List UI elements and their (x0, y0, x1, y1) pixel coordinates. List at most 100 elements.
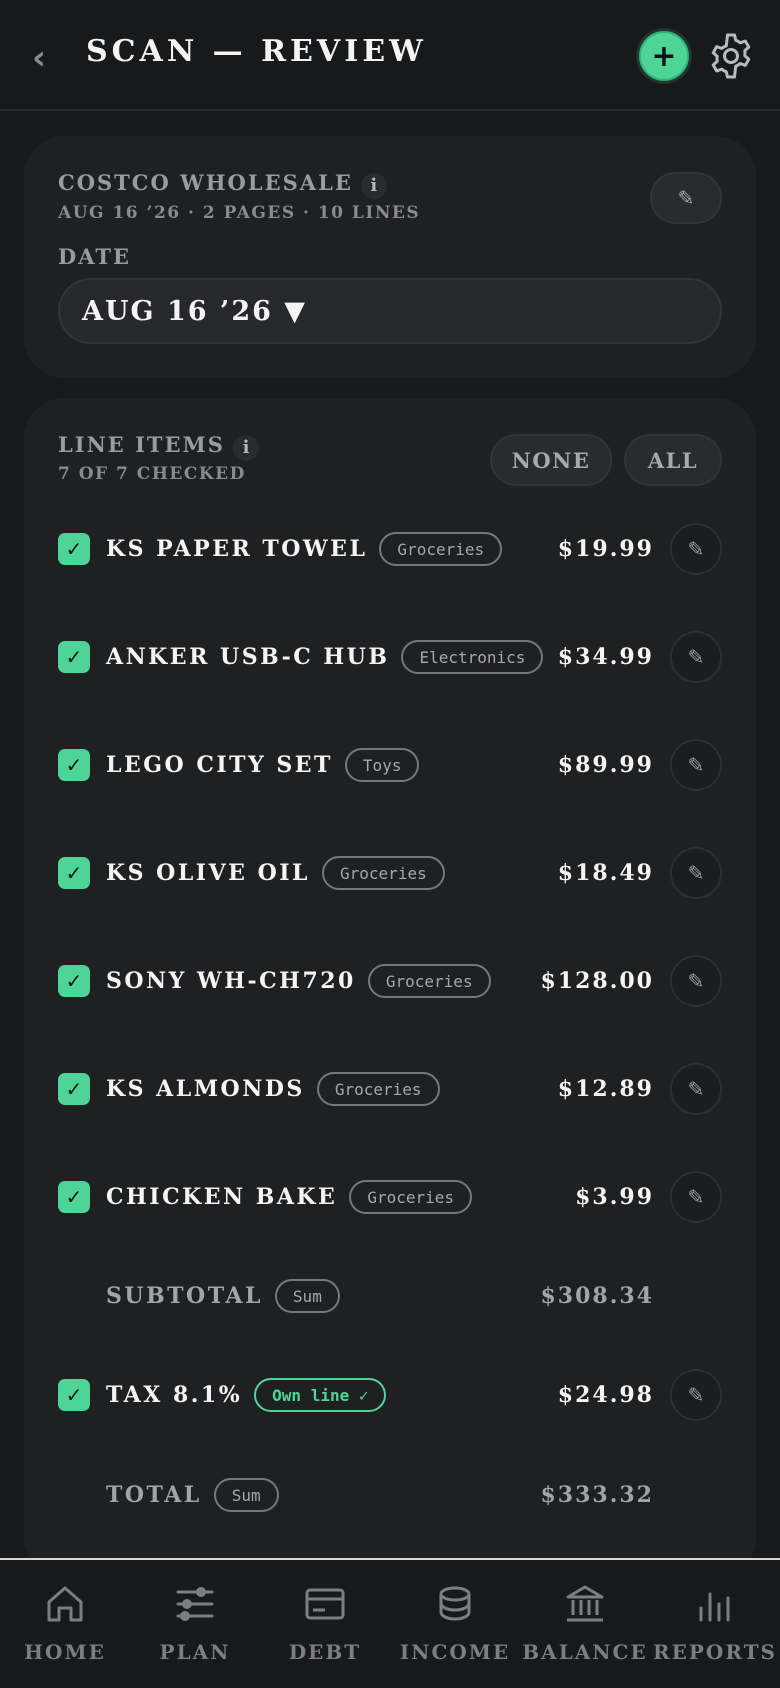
info-icon[interactable]: i (232, 434, 259, 461)
checked-count: 7 OF 7 CHECKED (58, 464, 246, 484)
line-item-row: ✓ SONY WH-CH720 Groceries $128.00 ✎ (24, 954, 756, 1008)
select-none-button[interactable]: NONE (490, 434, 612, 486)
item-checkbox[interactable]: ✓ (58, 749, 90, 781)
total-row: TOTAL Sum $333.32 (24, 1468, 756, 1522)
item-price: $128.00 (540, 968, 654, 994)
coins-icon (439, 1586, 471, 1621)
nav-label: BALANCE (522, 1640, 648, 1664)
select-all-button[interactable]: ALL (624, 434, 722, 486)
item-name: ANKER USB-C HUB (106, 644, 390, 670)
item-name: SONY WH-CH720 (106, 968, 356, 994)
edit-item-button[interactable]: ✎ (670, 847, 722, 899)
page-title: SCAN — REVIEW (86, 34, 427, 69)
nav-reports[interactable]: REPORTS (650, 1580, 780, 1676)
item-price: $19.99 (557, 536, 654, 562)
edit-store-button[interactable]: ✎ (650, 172, 722, 224)
date-label: DATE (58, 244, 131, 269)
pencil-icon: ✎ (677, 186, 695, 210)
bottom-nav: HOME PLAN DEBT INCOME BALANCE REPORTS (0, 1558, 780, 1688)
item-name: KS OLIVE OIL (106, 860, 311, 886)
item-checkbox[interactable]: ✓ (58, 641, 90, 673)
subtotal-row: SUBTOTAL Sum $308.34 (24, 1269, 756, 1323)
edit-item-button[interactable]: ✎ (670, 523, 722, 575)
pencil-icon: ✎ (687, 753, 705, 777)
add-button[interactable]: + (639, 31, 689, 81)
nav-balance[interactable]: BALANCE (520, 1580, 650, 1676)
category-tag[interactable]: Electronics (401, 640, 544, 674)
item-price: $34.99 (557, 644, 654, 670)
pencil-icon: ✎ (687, 1185, 705, 1209)
settings-button[interactable] (705, 30, 757, 82)
item-name: CHICKEN BAKE (106, 1184, 338, 1210)
category-tag[interactable]: Groceries (379, 532, 503, 566)
pencil-icon: ✎ (687, 1383, 705, 1407)
category-tag[interactable]: Toys (344, 748, 420, 782)
own-line-tag[interactable]: Own line ✓ (254, 1378, 387, 1412)
home-icon (47, 1586, 83, 1622)
nav-label: PLAN (159, 1640, 231, 1664)
category-tag[interactable]: Groceries (367, 964, 491, 998)
line-items-title: LINE ITEMS (58, 432, 225, 457)
item-checkbox[interactable]: ✓ (58, 965, 90, 997)
nav-label: INCOME (399, 1640, 511, 1664)
subtotal-label: SUBTOTAL (106, 1283, 263, 1309)
tax-price: $24.98 (557, 1382, 654, 1408)
sum-tag: Sum (274, 1279, 340, 1313)
item-name: KS PAPER TOWEL (106, 536, 368, 562)
nav-plan[interactable]: PLAN (130, 1580, 260, 1676)
line-items-card: LINE ITEMS i 7 OF 7 CHECKED NONE ALL ✓ KS… (24, 398, 756, 1578)
sliders-icon (176, 1587, 214, 1621)
date-select[interactable]: AUG 16 ’26 ▼ (58, 278, 722, 344)
item-checkbox[interactable]: ✓ (58, 1073, 90, 1105)
item-checkbox[interactable]: ✓ (58, 857, 90, 889)
edit-item-button[interactable]: ✎ (670, 955, 722, 1007)
line-items-title-row: LINE ITEMS i (58, 432, 259, 461)
nav-income[interactable]: INCOME (390, 1580, 520, 1676)
plus-icon: + (651, 38, 677, 74)
item-name: KS ALMONDS (106, 1076, 305, 1102)
nav-debt[interactable]: DEBT (260, 1580, 390, 1676)
chevron-left-icon[interactable]: ‹ (32, 38, 62, 78)
line-item-row: ✓ KS PAPER TOWEL Groceries $19.99 ✎ (24, 522, 756, 576)
line-item-row: ✓ KS ALMONDS Groceries $12.89 ✎ (24, 1062, 756, 1116)
edit-tax-button[interactable]: ✎ (670, 1369, 722, 1421)
category-tag[interactable]: Groceries (322, 856, 445, 890)
line-item-row: ✓ KS OLIVE OIL Groceries $18.49 ✎ (24, 846, 756, 900)
credit-card-icon (305, 1588, 345, 1620)
line-item-row: ✓ ANKER USB-C HUB Electronics $34.99 ✎ (24, 630, 756, 684)
item-price: $3.99 (575, 1184, 654, 1210)
gear-icon (711, 33, 751, 79)
tax-row: ✓ TAX 8.1% Own line ✓ $24.98 ✎ (24, 1368, 756, 1422)
tax-label: TAX 8.1% (106, 1382, 243, 1408)
info-icon[interactable]: i (360, 172, 387, 199)
pencil-icon: ✎ (687, 537, 705, 561)
store-name: COSTCO WHOLESALE (58, 170, 353, 195)
item-price: $12.89 (557, 1076, 654, 1102)
pencil-icon: ✎ (687, 1077, 705, 1101)
date-value: AUG 16 ’26 ▼ (82, 295, 308, 327)
edit-item-button[interactable]: ✎ (670, 1063, 722, 1115)
edit-item-button[interactable]: ✎ (670, 1171, 722, 1223)
item-checkbox[interactable]: ✓ (58, 1181, 90, 1213)
line-item-row: ✓ LEGO CITY SET Toys $89.99 ✎ (24, 738, 756, 792)
category-tag[interactable]: Groceries (316, 1072, 440, 1106)
pencil-icon: ✎ (687, 969, 705, 993)
total-price: $333.32 (540, 1482, 654, 1508)
category-tag[interactable]: Groceries (349, 1180, 473, 1214)
nav-home[interactable]: HOME (0, 1580, 130, 1676)
receipt-summary-card: COSTCO WHOLESALE i AUG 16 ’26 · 2 PAGES ·… (24, 136, 756, 378)
pencil-icon: ✎ (687, 645, 705, 669)
edit-item-button[interactable]: ✎ (670, 739, 722, 791)
item-checkbox[interactable]: ✓ (58, 533, 90, 565)
tax-checkbox[interactable]: ✓ (58, 1379, 90, 1411)
receipt-meta: AUG 16 ’26 · 2 PAGES · 10 LINES (58, 203, 421, 223)
bar-chart-icon (699, 1592, 730, 1622)
nav-label: HOME (24, 1640, 106, 1664)
subtotal-price: $308.34 (540, 1283, 654, 1309)
sum-tag: Sum (213, 1478, 279, 1512)
edit-item-button[interactable]: ✎ (670, 631, 722, 683)
item-price: $18.49 (557, 860, 654, 886)
bank-icon (566, 1585, 604, 1622)
line-item-row: ✓ CHICKEN BAKE Groceries $3.99 ✎ (24, 1170, 756, 1224)
item-name: LEGO CITY SET (106, 752, 333, 778)
